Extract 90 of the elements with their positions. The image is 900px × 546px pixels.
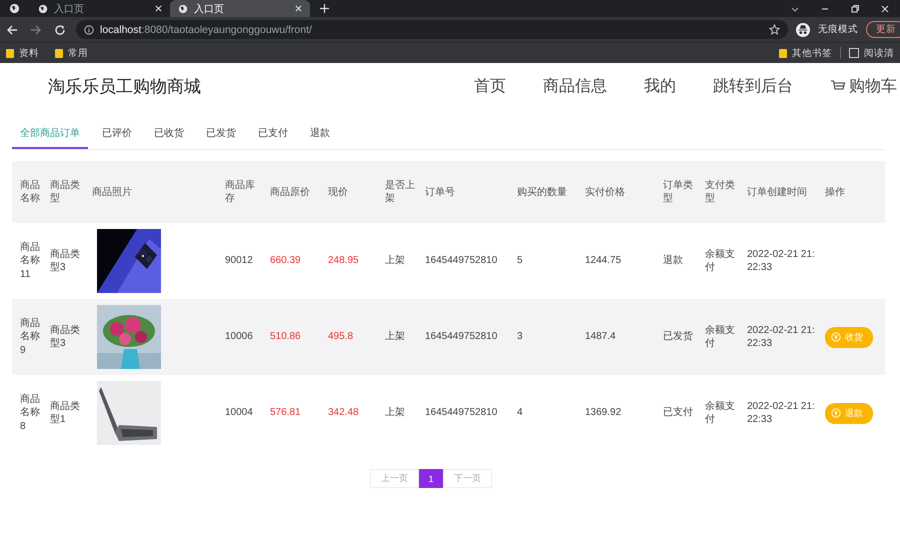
close-icon[interactable] xyxy=(155,5,162,12)
column-header: 购买的数量 xyxy=(517,186,568,198)
quantity-cell: 3 xyxy=(517,331,523,342)
quantity-cell: 4 xyxy=(517,407,523,418)
status-cell: 退款 xyxy=(663,255,683,266)
product-name: 商品名称11 xyxy=(20,242,40,280)
column-header: 商品照片 xyxy=(92,186,133,198)
column-header: 商品原价 xyxy=(270,186,311,198)
globe-icon xyxy=(178,4,188,14)
globe-icon xyxy=(38,4,48,14)
reload-icon[interactable] xyxy=(54,24,66,36)
browser-tab[interactable]: 入口页 xyxy=(170,0,310,17)
bookmark-folder[interactable]: 其他书签 xyxy=(779,46,832,60)
nav-link[interactable]: 跳转到后台 xyxy=(713,76,793,96)
product-type: 商品类型3 xyxy=(50,248,80,273)
info-icon xyxy=(84,24,94,34)
payment-cell: 余额支付 xyxy=(705,248,735,273)
date-cell: 2022-02-21 21:22:33 xyxy=(747,400,815,425)
incognito-icon[interactable] xyxy=(796,22,810,36)
status-cell: 上架 xyxy=(385,255,405,266)
status-cell: 上架 xyxy=(385,331,405,342)
product-name: 商品名称8 xyxy=(20,394,40,432)
nav-link[interactable]: 我的 xyxy=(644,76,676,96)
quantity-cell: 5 xyxy=(517,255,523,266)
bookmark-folder[interactable]: 资料 xyxy=(6,46,39,60)
new-tab-icon[interactable] xyxy=(320,4,329,13)
column-header: 商品名称 xyxy=(20,179,41,205)
price-cell: 576.81 xyxy=(270,407,301,418)
order-tab[interactable]: 退款 xyxy=(302,122,338,149)
column-header: 操作 xyxy=(825,186,846,198)
column-header: 订单号 xyxy=(425,186,456,198)
star-icon[interactable] xyxy=(769,24,780,35)
price-cell: 495.8 xyxy=(328,331,354,342)
url-text: localhost:8080/taotaoleyaungonggouwu/front/ xyxy=(100,24,312,36)
tab-title: 入口页 xyxy=(194,2,225,16)
order-tab[interactable]: 已评价 xyxy=(94,122,140,149)
stock-cell: 90012 xyxy=(225,255,253,266)
status-cell: 上架 xyxy=(385,407,405,418)
date-cell: 2022-02-21 21:22:33 xyxy=(747,248,815,273)
order-number: 1645449752810 xyxy=(425,255,498,266)
order-tab[interactable]: 已发货 xyxy=(198,122,244,149)
order-tab[interactable]: 已收货 xyxy=(146,122,192,149)
status-cell: 已发货 xyxy=(663,331,693,342)
price-cell: 1369.92 xyxy=(585,407,622,418)
order-number: 1645449752810 xyxy=(425,331,498,342)
column-header: 订单创建时间 xyxy=(747,186,808,198)
back-icon[interactable] xyxy=(6,24,18,36)
status-cell: 已支付 xyxy=(663,407,693,418)
payment-cell: 余额支付 xyxy=(705,324,735,349)
column-header: 商品库存 xyxy=(225,179,256,205)
payment-cell: 余额支付 xyxy=(705,400,735,425)
price-cell: 342.48 xyxy=(328,407,359,418)
site-title: 淘乐乐员工购物商城 xyxy=(48,76,202,98)
yen-icon xyxy=(831,408,841,418)
profile-label: 无痕模式 xyxy=(818,23,858,36)
cart-link[interactable]: 购物车 xyxy=(830,76,897,96)
price-cell: 1244.75 xyxy=(585,255,622,266)
column-header: 是否上架 xyxy=(385,179,416,205)
order-number: 1645449752810 xyxy=(425,407,498,418)
globe-icon[interactable] xyxy=(9,3,20,14)
price-cell: 1487.4 xyxy=(585,331,616,342)
product-name: 商品名称9 xyxy=(20,318,40,356)
stock-cell: 10004 xyxy=(225,407,253,418)
column-header: 订单类型 xyxy=(663,179,694,205)
restore-icon[interactable] xyxy=(850,4,860,14)
stock-cell: 10006 xyxy=(225,331,253,342)
bookmark-folder[interactable]: 常用 xyxy=(55,46,88,60)
forward-icon[interactable] xyxy=(30,24,42,36)
column-header: 支付类型 xyxy=(705,179,736,205)
address-bar[interactable]: localhost:8080/taotaoleyaungonggouwu/front/ xyxy=(76,20,788,39)
close-icon[interactable] xyxy=(880,4,890,14)
column-header: 商品类型 xyxy=(50,179,81,205)
product-type: 商品类型3 xyxy=(50,324,80,349)
price-cell: 510.86 xyxy=(270,331,301,342)
nav-link[interactable]: 商品信息 xyxy=(543,76,607,96)
yen-icon xyxy=(831,332,841,342)
update-button[interactable]: 更新 xyxy=(866,21,900,38)
nav-link[interactable]: 首页 xyxy=(474,76,506,96)
browser-tab[interactable]: 入口页 xyxy=(30,0,170,17)
column-header: 实付价格 xyxy=(585,186,626,198)
order-tab[interactable]: 已支付 xyxy=(250,122,296,149)
tab-title: 入口页 xyxy=(54,2,85,16)
page-button[interactable]: 1 xyxy=(419,469,443,488)
close-icon[interactable] xyxy=(295,5,302,12)
product-type: 商品类型1 xyxy=(50,400,80,425)
price-cell: 660.39 xyxy=(270,255,301,266)
price-cell: 248.95 xyxy=(328,255,359,266)
date-cell: 2022-02-21 21:22:33 xyxy=(747,324,815,349)
reading-list[interactable]: 阅读清 xyxy=(849,46,894,60)
column-header: 现价 xyxy=(328,186,349,198)
